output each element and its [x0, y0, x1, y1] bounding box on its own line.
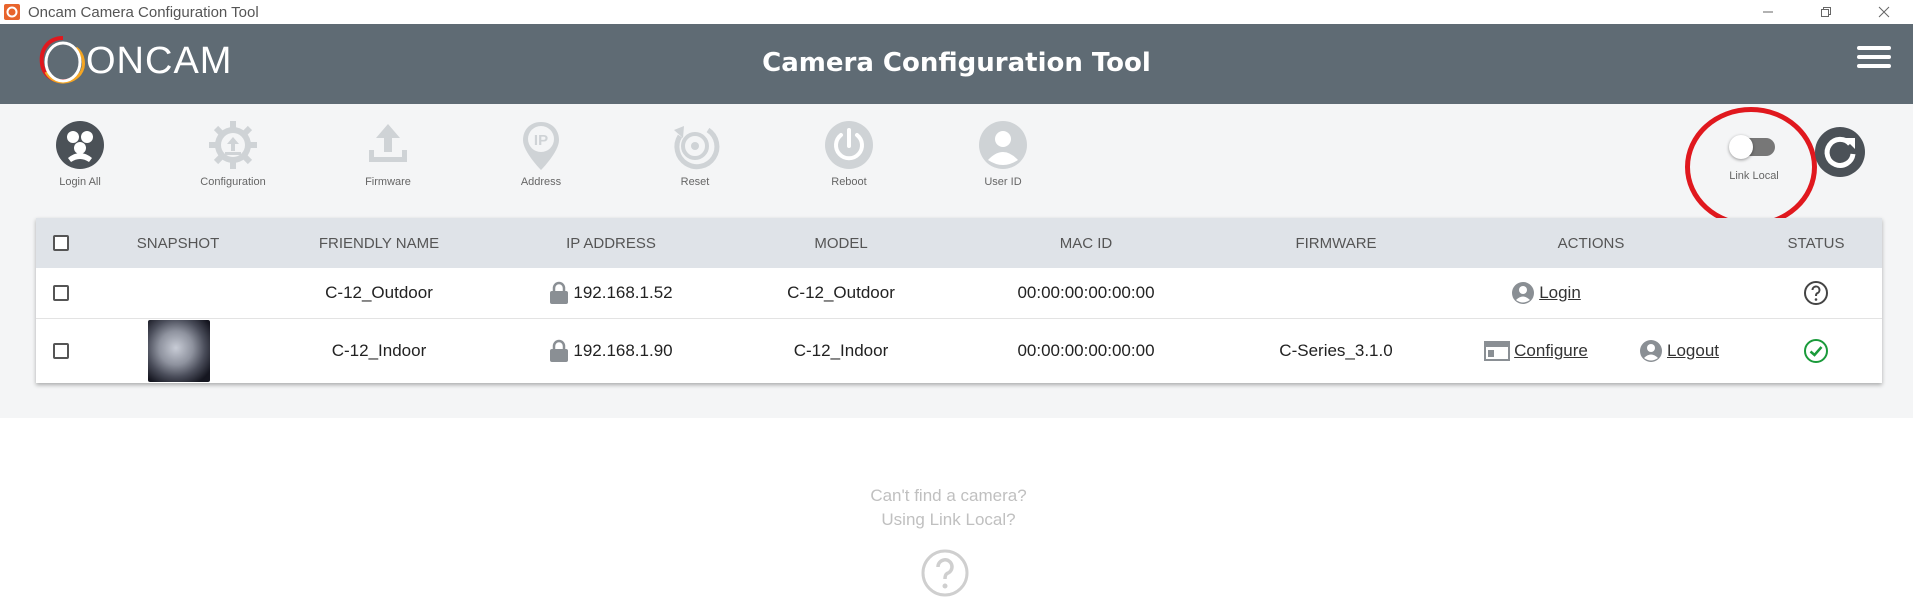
row-select-cell	[36, 268, 86, 318]
configuration-button[interactable]: Configuration	[173, 118, 293, 188]
status-cell	[1766, 319, 1866, 382]
configure-label: Configure	[1514, 340, 1588, 360]
row-checkbox[interactable]	[53, 342, 69, 359]
link-local-toggle[interactable]	[1729, 135, 1775, 159]
upload-icon	[369, 124, 407, 162]
ip-address: 192.168.1.90	[573, 340, 673, 360]
snapshot-cell	[148, 319, 210, 382]
lock-icon	[550, 281, 569, 304]
camera-snapshot-thumbnail[interactable]	[148, 319, 210, 382]
close-icon	[1878, 6, 1890, 18]
window-title: Oncam Camera Configuration Tool	[28, 3, 259, 21]
reset-icon	[674, 126, 720, 170]
toolbar-label: Login All	[59, 176, 101, 188]
main-panel: Login All Configuration Firmware IP Addr…	[0, 104, 1913, 418]
hamburger-icon	[1857, 46, 1891, 50]
mac-id: 00:00:00:00:00:00	[1017, 283, 1155, 302]
firmware: C-Series_3.1.0	[1279, 340, 1393, 360]
gear-upload-icon	[209, 121, 257, 169]
col-model[interactable]: MODEL	[766, 218, 916, 268]
toggle-knob	[1729, 135, 1753, 159]
col-snapshot[interactable]: SNAPSHOT	[118, 218, 238, 268]
svg-text:IP: IP	[534, 132, 548, 149]
help-line-1: Can't find a camera?	[870, 486, 1027, 505]
friendly-name: C-12_Indoor	[331, 340, 427, 360]
select-all-cell	[36, 218, 86, 268]
toolbar-label: User ID	[984, 176, 1022, 188]
login-action-cell: Login	[1486, 268, 1606, 318]
window-titlebar: Oncam Camera Configuration Tool	[0, 0, 1913, 24]
logout-label: Logout	[1667, 340, 1719, 360]
refresh-button[interactable]	[1814, 126, 1866, 178]
ip-pin-icon: IP	[523, 122, 559, 170]
logout-link[interactable]: Logout	[1639, 339, 1719, 363]
oncam-app-icon	[4, 4, 20, 20]
lock-icon	[550, 339, 569, 362]
toolbar-label: Reset	[680, 176, 710, 188]
logout-action-cell: Logout	[1619, 319, 1739, 382]
minimize-button[interactable]	[1739, 0, 1797, 24]
col-firmware[interactable]: FIRMWARE	[1261, 218, 1411, 268]
mac-id: 00:00:00:00:00:00	[1017, 340, 1155, 360]
col-friendly-name[interactable]: FRIENDLY NAME	[279, 218, 479, 268]
login-label: Login	[1539, 283, 1581, 302]
col-actions: ACTIONS	[1557, 234, 1625, 252]
help-text: Can't find a camera? Using Link Local?	[0, 484, 1897, 532]
toolbar-label: Configuration	[200, 176, 266, 188]
select-all-checkbox[interactable]	[53, 235, 69, 251]
refresh-icon	[1815, 127, 1865, 177]
hamburger-line	[1857, 55, 1891, 59]
model: C-12_Indoor	[793, 340, 889, 360]
row-select-cell	[36, 319, 86, 382]
login-link[interactable]: Login	[1511, 281, 1581, 305]
check-circle-status-icon	[1804, 338, 1828, 363]
reboot-button[interactable]: Reboot	[789, 118, 909, 188]
page-title: Camera Configuration Tool	[762, 48, 1151, 78]
reset-button[interactable]: Reset	[635, 118, 755, 188]
table-row[interactable]: C-12_Indoor 192.168.1.90 C-12_Indoor 00:…	[36, 319, 1882, 382]
app-header: ONCAM Camera Configuration Tool	[0, 24, 1913, 104]
row-checkbox[interactable]	[53, 285, 69, 301]
model: C-12_Outdoor	[787, 283, 895, 302]
configure-link[interactable]: Configure	[1484, 340, 1588, 362]
help-line-2: Using Link Local?	[881, 510, 1016, 529]
ip-address-cell: 192.168.1.90	[516, 319, 706, 382]
ip-address: 192.168.1.52	[573, 283, 673, 302]
hamburger-line	[1857, 64, 1891, 68]
user-id-button[interactable]: User ID	[943, 118, 1063, 188]
menu-button[interactable]	[1857, 46, 1891, 72]
col-ip-address[interactable]: IP ADDRESS	[536, 218, 686, 268]
user-icon	[1512, 282, 1535, 304]
camera-table: SNAPSHOT FRIENDLY NAME IP ADDRESS MODEL …	[36, 218, 1882, 383]
user-icon	[1640, 339, 1662, 362]
table-row[interactable]: C-12_Outdoor 192.168.1.52 C-12_Outdoor 0…	[36, 268, 1882, 319]
table-header: SNAPSHOT FRIENDLY NAME IP ADDRESS MODEL …	[36, 218, 1882, 268]
firmware	[1246, 268, 1426, 318]
configure-window-icon	[1484, 340, 1511, 361]
user-icon	[979, 121, 1027, 169]
configure-action-cell: Configure	[1476, 319, 1596, 382]
power-icon	[825, 121, 873, 169]
link-local-control: Link Local	[1694, 134, 1814, 182]
firmware-button[interactable]: Firmware	[328, 118, 448, 188]
toolbar-label: Firmware	[365, 176, 411, 188]
restore-icon	[1821, 7, 1831, 17]
link-local-label: Link Local	[1729, 170, 1779, 182]
col-status[interactable]: STATUS	[1766, 218, 1866, 268]
friendly-name: C-12_Outdoor	[325, 283, 433, 302]
login-all-icon	[56, 121, 104, 169]
address-button[interactable]: IP Address	[481, 118, 601, 188]
toolbar-label: Reboot	[831, 176, 867, 188]
login-all-button[interactable]: Login All	[20, 118, 140, 188]
ip-address-cell: 192.168.1.52	[516, 268, 706, 318]
toolbar-label: Address	[520, 176, 562, 188]
col-mac-id[interactable]: MAC ID	[1011, 218, 1161, 268]
close-window-button[interactable]	[1855, 0, 1913, 24]
status-cell	[1766, 268, 1866, 318]
restore-button[interactable]	[1797, 0, 1855, 24]
question-status-icon	[1804, 281, 1828, 305]
minimize-icon	[1763, 11, 1773, 13]
help-question-icon[interactable]	[920, 548, 970, 598]
